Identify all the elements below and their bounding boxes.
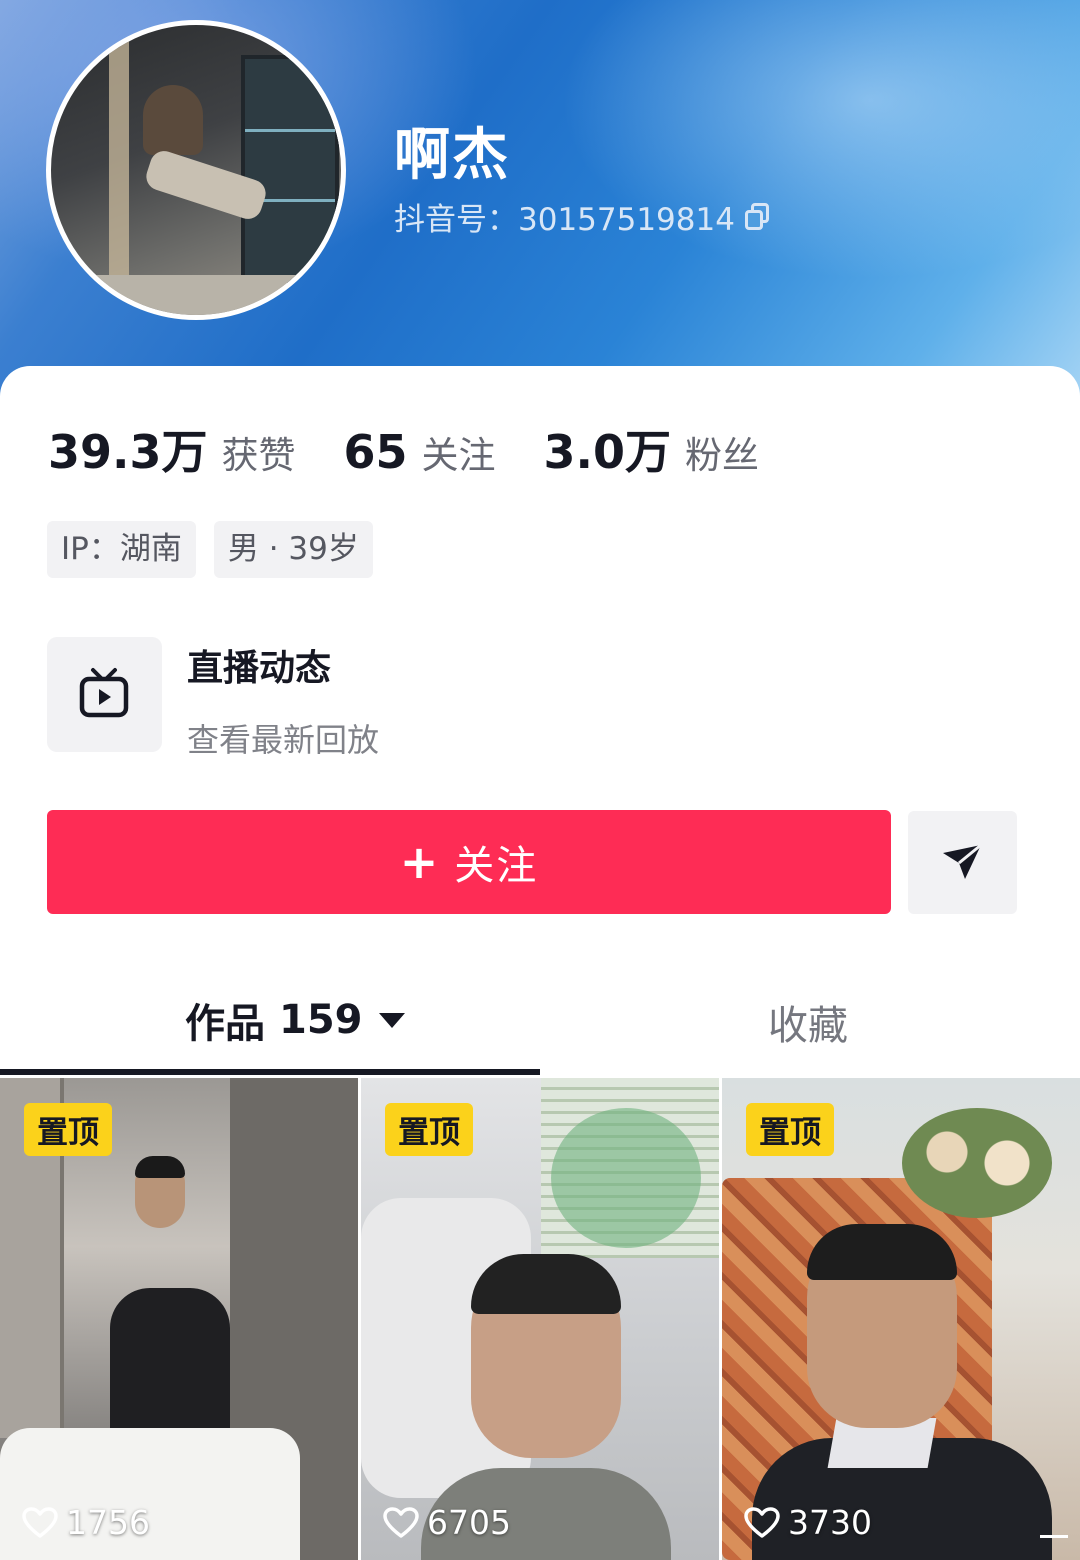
stat-value: 3.0万 xyxy=(543,425,672,479)
likes-count: 6705 xyxy=(427,1503,511,1542)
douyin-id-text: 抖音号：30157519814 xyxy=(394,202,735,238)
video-thumbnail[interactable]: 置顶 1756 xyxy=(0,1078,358,1560)
heart-icon xyxy=(383,1506,419,1538)
pinned-badge: 置顶 xyxy=(385,1103,473,1156)
stat-following[interactable]: 65 关注 xyxy=(344,425,496,479)
heart-icon xyxy=(744,1506,780,1538)
live-title: 直播动态 xyxy=(187,648,332,689)
tab-works-label: 作品 xyxy=(185,1001,265,1047)
tab-works-count: 159 xyxy=(279,997,363,1043)
profile-name: 啊杰 xyxy=(394,123,510,188)
ip-location-tag: IP：湖南 xyxy=(47,521,196,578)
active-tab-indicator xyxy=(0,1069,540,1075)
tab-favorites[interactable]: 收藏 xyxy=(768,993,848,1051)
copy-icon[interactable] xyxy=(744,202,769,231)
douyin-id[interactable]: 抖音号：30157519814 xyxy=(394,194,769,239)
likes-count: 1756 xyxy=(66,1503,150,1542)
stat-value: 65 xyxy=(343,425,408,479)
pinned-badge: 置顶 xyxy=(746,1103,834,1156)
plus-icon: + xyxy=(399,835,441,889)
stat-label: 关注 xyxy=(421,434,496,477)
stat-likes[interactable]: 39.3万 获赞 xyxy=(48,416,296,482)
stat-label: 获赞 xyxy=(221,434,296,477)
video-grid: 置顶 1756 置顶 6705 置顶 3730 xyxy=(0,1078,1080,1560)
stats-row: 39.3万 获赞 65 关注 3.0万 粉丝 xyxy=(48,416,807,482)
video-likes: 3730 xyxy=(744,1503,872,1542)
content-tabs: 作品 159 收藏 xyxy=(0,971,1080,1081)
video-thumbnail[interactable]: 置顶 3730 xyxy=(722,1078,1080,1560)
heart-icon xyxy=(22,1506,58,1538)
home-indicator xyxy=(1040,1535,1068,1538)
pinned-badge: 置顶 xyxy=(24,1103,112,1156)
video-likes: 1756 xyxy=(22,1503,150,1542)
live-icon-box xyxy=(47,637,162,752)
share-button[interactable] xyxy=(908,811,1017,914)
caret-down-icon[interactable] xyxy=(378,1012,405,1028)
follow-button[interactable]: + 关注 xyxy=(47,810,891,914)
share-arrow-icon xyxy=(943,843,982,879)
stat-value: 39.3万 xyxy=(48,425,208,479)
live-replay-entry[interactable]: 直播动态 查看最新回放 xyxy=(47,637,379,761)
profile-tags: IP：湖南 男 · 39岁 xyxy=(47,521,373,578)
stat-label: 粉丝 xyxy=(685,434,760,477)
stat-followers[interactable]: 3.0万 粉丝 xyxy=(544,416,760,482)
likes-count: 3730 xyxy=(788,1503,872,1542)
gender-age-tag: 男 · 39岁 xyxy=(213,521,373,578)
follow-button-label: 关注 xyxy=(454,843,539,889)
avatar[interactable] xyxy=(46,20,346,320)
tab-works[interactable]: 作品 159 xyxy=(185,991,405,1049)
video-likes: 6705 xyxy=(383,1503,511,1542)
tv-play-icon xyxy=(79,668,129,718)
live-subtitle: 查看最新回放 xyxy=(187,721,380,759)
video-thumbnail[interactable]: 置顶 6705 xyxy=(361,1078,719,1560)
profile-header: 啊杰 抖音号：30157519814 xyxy=(0,0,1080,420)
